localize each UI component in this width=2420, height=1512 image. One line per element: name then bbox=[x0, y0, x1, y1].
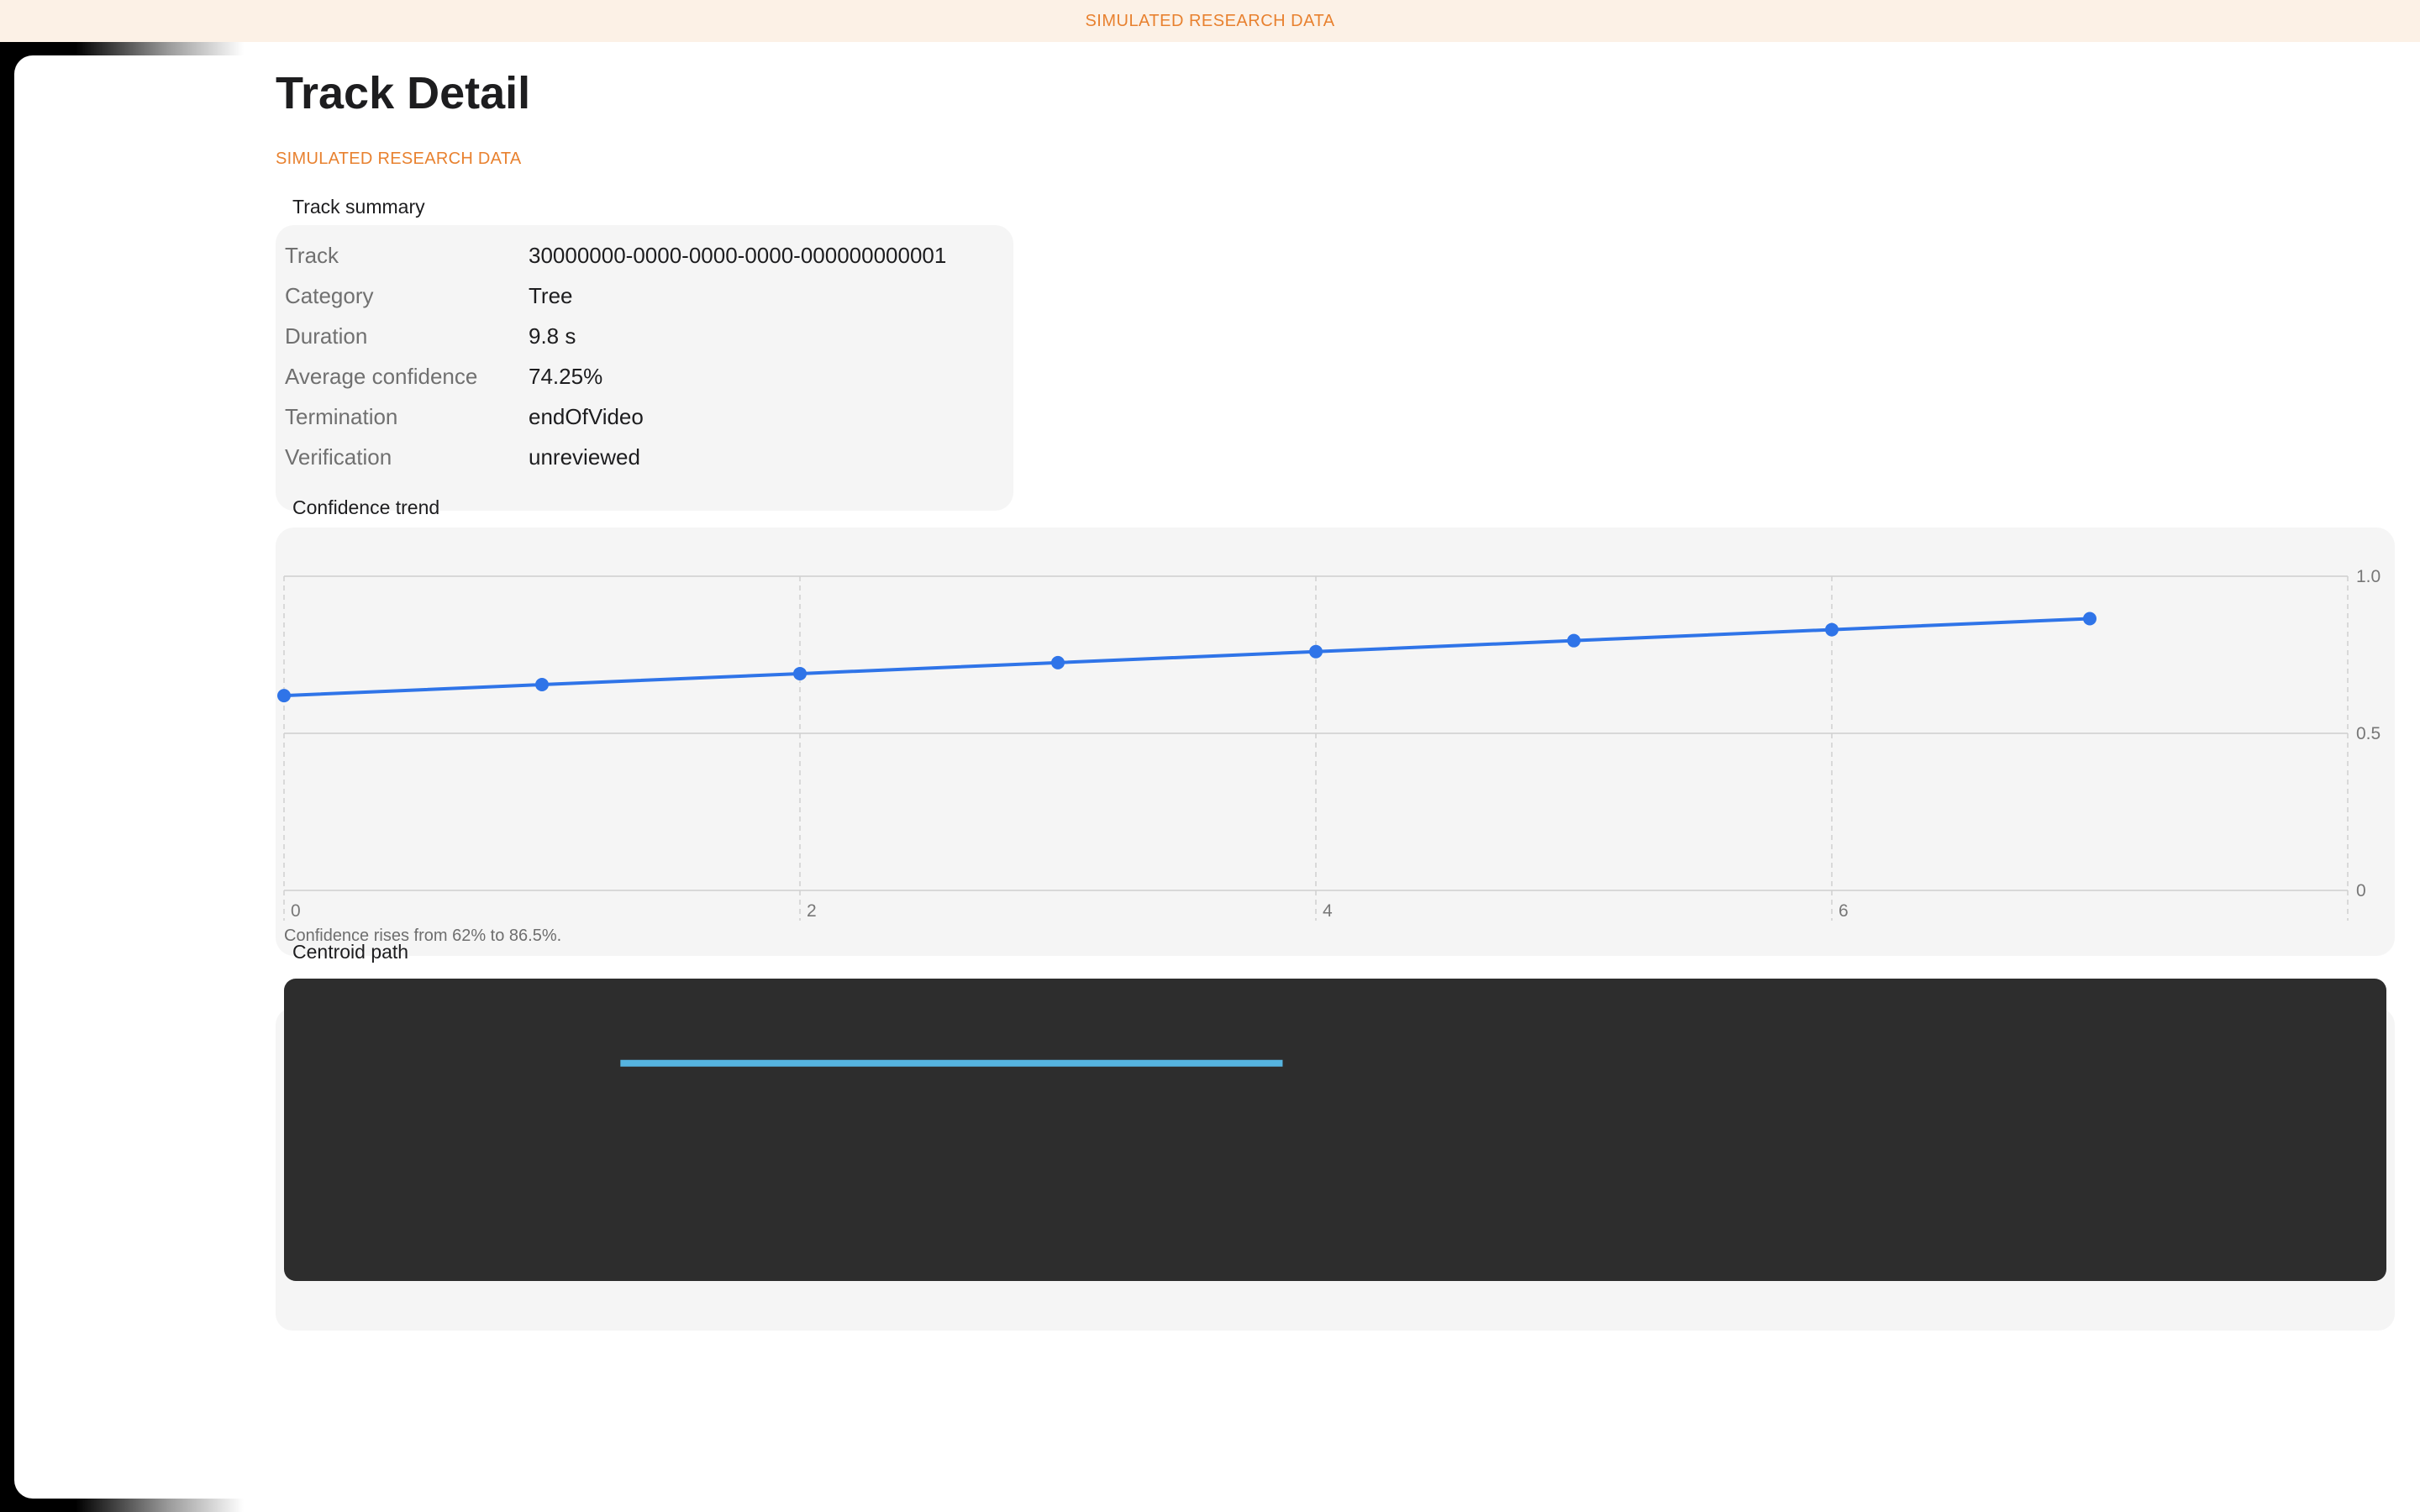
confidence-point bbox=[793, 666, 807, 680]
track-detail-content: Track Detail SIMULATED RESEARCH DATA Tra… bbox=[244, 42, 2420, 1512]
summary-value: Tree bbox=[529, 283, 573, 308]
centroid-path-title: Centroid path bbox=[292, 941, 409, 963]
confidence-line bbox=[283, 617, 2091, 698]
summary-row-track: Track 30000000-0000-0000-0000-0000000000… bbox=[276, 235, 1013, 276]
x-tick-label: 0 bbox=[291, 901, 301, 921]
simulated-data-label: SIMULATED RESEARCH DATA bbox=[276, 150, 522, 168]
centroid-path-svg bbox=[620, 1059, 1283, 1067]
y-tick-label: 0 bbox=[2356, 881, 2366, 900]
confidence-point bbox=[277, 689, 291, 703]
centroid-path-plot bbox=[284, 979, 2386, 1281]
summary-key: Category bbox=[285, 283, 374, 308]
summary-key: Average confidence bbox=[285, 364, 478, 389]
x-tick-label: 6 bbox=[1839, 901, 1849, 921]
confidence-point bbox=[1825, 622, 1839, 637]
summary-value: 74.25% bbox=[529, 364, 603, 389]
confidence-point bbox=[535, 678, 549, 692]
summary-value: 30000000-0000-0000-0000-000000000001 bbox=[529, 243, 947, 268]
summary-key: Track bbox=[285, 243, 339, 268]
summary-row-termination: Termination endOfVideo bbox=[276, 396, 1013, 437]
track-summary-title: Track summary bbox=[292, 196, 425, 218]
x-tick-label: 4 bbox=[1323, 901, 1333, 921]
sidebar bbox=[14, 55, 247, 1499]
summary-row-average-confidence: Average confidence 74.25% bbox=[276, 356, 1013, 396]
summary-row-duration: Duration 9.8 s bbox=[276, 316, 1013, 356]
confidence-point bbox=[2083, 612, 2096, 626]
summary-value: 9.8 s bbox=[529, 323, 576, 349]
track-summary-card: Track 30000000-0000-0000-0000-0000000000… bbox=[276, 225, 1013, 511]
confidence-trend-card: 1.0 0.5 0 0 2 4 6 bbox=[276, 528, 2395, 956]
y-tick-label: 1.0 bbox=[2356, 567, 2381, 586]
summary-row-category: Category Tree bbox=[276, 276, 1013, 316]
summary-row-verification: Verification unreviewed bbox=[276, 437, 1013, 477]
page-title: Track Detail bbox=[276, 68, 531, 118]
confidence-trend-title: Confidence trend bbox=[292, 496, 440, 518]
banner-text: SIMULATED RESEARCH DATA bbox=[1085, 11, 1335, 30]
x-tick-label: 2 bbox=[807, 901, 817, 921]
summary-value: unreviewed bbox=[529, 444, 640, 470]
centroid-path-canvas bbox=[284, 979, 2386, 1323]
simulated-data-banner: SIMULATED RESEARCH DATA bbox=[0, 0, 2420, 42]
y-tick-label: 0.5 bbox=[2356, 724, 2381, 743]
summary-value: endOfVideo bbox=[529, 404, 644, 429]
confidence-point bbox=[1567, 633, 1581, 648]
summary-key: Verification bbox=[285, 444, 392, 470]
confidence-point bbox=[1309, 644, 1323, 659]
confidence-trend-chart: 1.0 0.5 0 0 2 4 6 bbox=[277, 567, 2381, 921]
summary-key: Termination bbox=[285, 404, 398, 429]
confidence-point bbox=[1051, 655, 1065, 669]
summary-key: Duration bbox=[285, 323, 368, 349]
